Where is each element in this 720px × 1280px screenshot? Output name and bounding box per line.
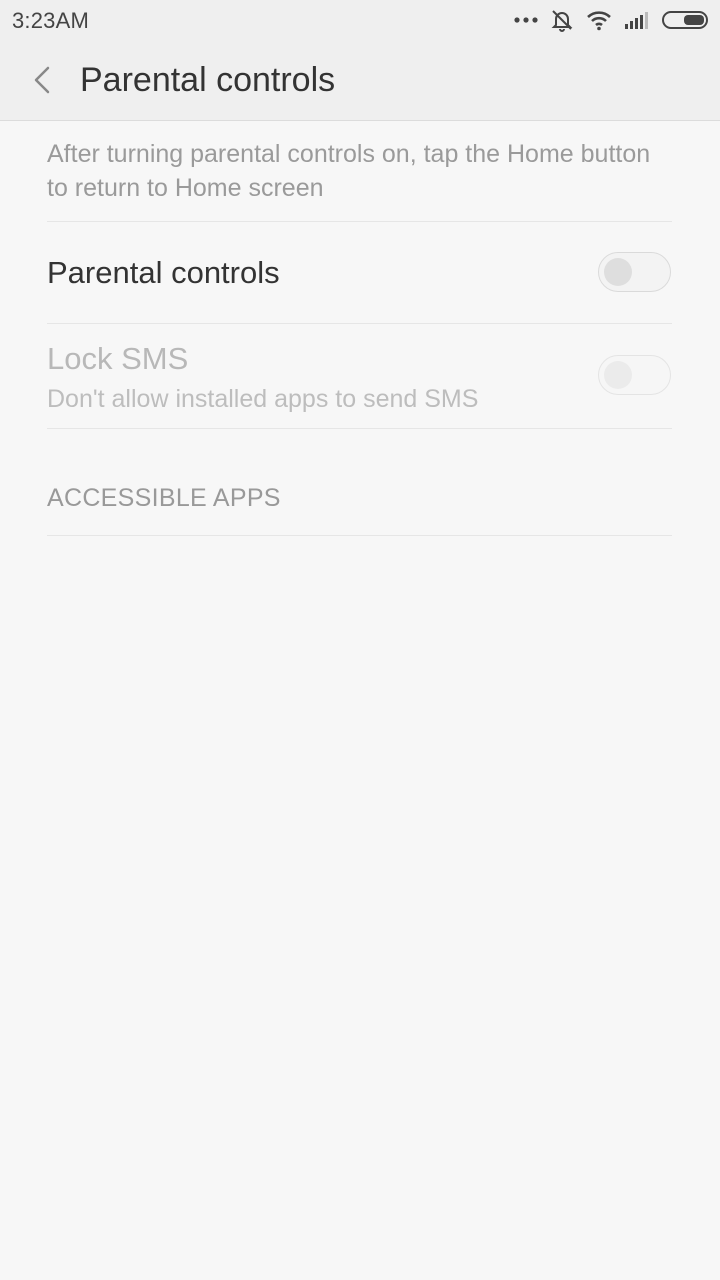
page-title: Parental controls: [80, 61, 336, 99]
wifi-icon: [586, 9, 612, 31]
lock-sms-label: Lock SMS: [47, 341, 189, 376]
toggle-knob: [604, 258, 632, 286]
battery-icon: [662, 10, 710, 30]
signal-icon: [624, 10, 650, 30]
divider: [47, 323, 672, 324]
divider: [47, 535, 672, 536]
mute-bell-icon: [550, 8, 574, 32]
more-dots-icon: [514, 16, 538, 24]
back-button[interactable]: [26, 60, 62, 100]
parental-controls-label: Parental controls: [47, 255, 280, 290]
chevron-left-icon: [26, 66, 62, 104]
status-time: 3:23AM: [12, 8, 90, 33]
lock-sms-toggle: [598, 355, 671, 395]
description-text: After turning parental controls on, tap …: [47, 140, 651, 202]
app-header: Parental controls: [0, 40, 720, 121]
toggle-knob: [604, 361, 632, 389]
accessible-apps-header: ACCESSIBLE APPS: [47, 484, 281, 512]
status-bar: 3:23AM: [0, 0, 720, 40]
divider: [47, 428, 672, 429]
status-icons: [514, 6, 710, 34]
parental-controls-toggle[interactable]: [598, 252, 671, 292]
lock-sms-description: Don't allow installed apps to send SMS: [47, 385, 479, 413]
divider: [47, 221, 672, 222]
